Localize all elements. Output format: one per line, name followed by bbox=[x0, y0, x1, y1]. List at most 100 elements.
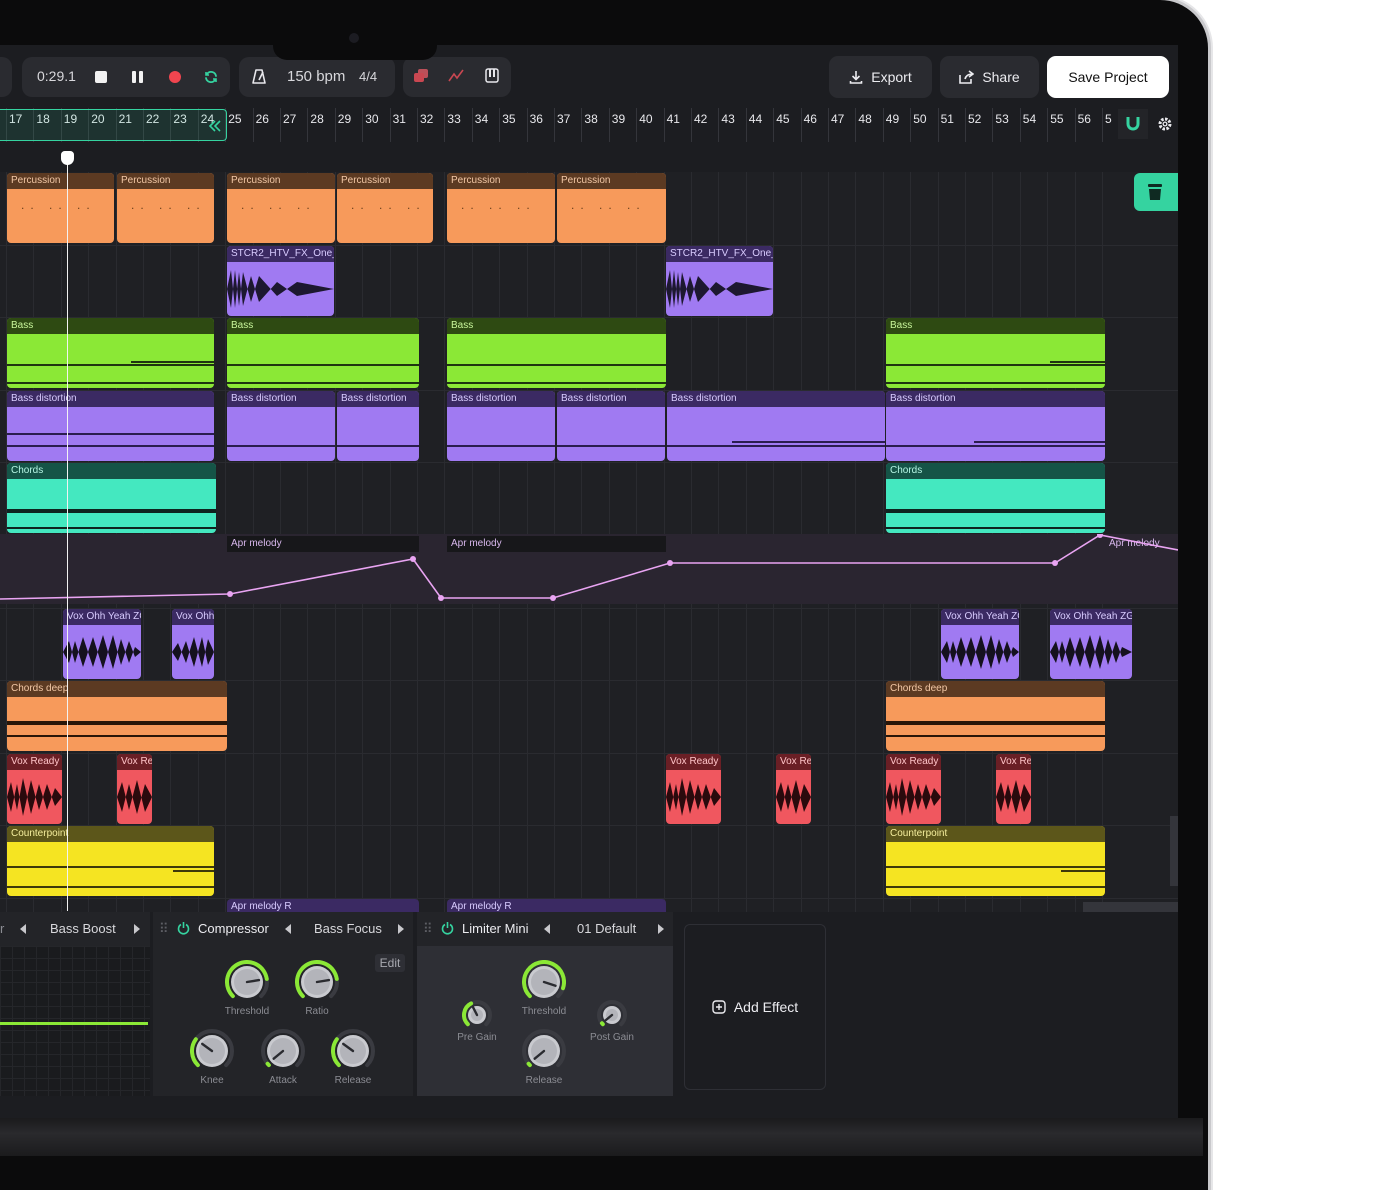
clip-bass[interactable]: Bass bbox=[886, 318, 1105, 388]
clip-vox-ready[interactable]: Vox Re bbox=[117, 754, 152, 824]
clip-bass-distortion[interactable]: Bass distortion bbox=[886, 391, 1105, 461]
bar-number[interactable]: 31 bbox=[393, 112, 406, 126]
clip-bass-distortion[interactable]: Bass distortion bbox=[447, 391, 555, 461]
power-icon[interactable] bbox=[441, 922, 454, 935]
bar-number[interactable]: 49 bbox=[886, 112, 899, 126]
bar-number[interactable]: 56 bbox=[1078, 112, 1091, 126]
knee-knob[interactable]: Knee bbox=[182, 1029, 242, 1086]
clip-fx-sample[interactable]: STCR2_HTV_FX_One_ bbox=[227, 246, 334, 316]
bar-number[interactable]: 27 bbox=[283, 112, 296, 126]
clip-vox[interactable]: Vox Ohh Yeah ZG bbox=[63, 609, 141, 679]
bpm-display[interactable]: 150 bpm bbox=[287, 68, 345, 85]
time-signature[interactable]: 4/4 bbox=[359, 69, 377, 84]
clip-percussion[interactable]: Percussion .. .. .. bbox=[227, 173, 335, 243]
pause-icon[interactable] bbox=[132, 71, 144, 83]
ratio-knob[interactable]: Ratio bbox=[287, 960, 347, 1017]
clip-percussion[interactable]: Percussion .. .. .. bbox=[7, 173, 114, 243]
power-icon[interactable] bbox=[177, 922, 190, 935]
bar-number[interactable]: 54 bbox=[1023, 112, 1036, 126]
clip-chords-deep[interactable]: Chords deep bbox=[7, 681, 227, 751]
release-knob[interactable]: Release bbox=[323, 1029, 383, 1086]
clip-chords-deep[interactable]: Chords deep bbox=[886, 681, 1105, 751]
automation-icon[interactable] bbox=[448, 69, 464, 83]
bar-number[interactable]: 37 bbox=[557, 112, 570, 126]
clip-bass-distortion[interactable]: Bass distortion bbox=[667, 391, 885, 461]
clip-vox-ready[interactable]: Vox Ready V bbox=[666, 754, 721, 824]
clip-vox[interactable]: Vox Ohh Yeah ZG bbox=[941, 609, 1019, 679]
playhead-handle[interactable] bbox=[61, 151, 74, 165]
chevron-left-icon[interactable] bbox=[284, 924, 292, 934]
bar-number[interactable]: 34 bbox=[475, 112, 488, 126]
bar-number[interactable]: 52 bbox=[968, 112, 981, 126]
arrangement-area[interactable]: Percussion .. .. .. Percussion .. .. .. … bbox=[0, 172, 1178, 912]
horizontal-scrollbar[interactable] bbox=[1083, 902, 1178, 912]
clip-bass[interactable]: Bass bbox=[447, 318, 666, 388]
add-effect-button[interactable]: Add Effect bbox=[684, 924, 826, 1090]
bar-number[interactable]: 26 bbox=[256, 112, 269, 126]
chevron-right-icon[interactable] bbox=[657, 924, 665, 934]
bar-number[interactable]: 51 bbox=[941, 112, 954, 126]
clip-vox-ready[interactable]: Vox Re bbox=[996, 754, 1031, 824]
bar-number[interactable]: 33 bbox=[447, 112, 460, 126]
bar-number[interactable]: 5 bbox=[1105, 112, 1112, 126]
knob-dial[interactable] bbox=[597, 1000, 627, 1030]
bar-number[interactable]: 29 bbox=[338, 112, 351, 126]
playhead-lane[interactable] bbox=[0, 142, 1178, 173]
share-button[interactable]: Share bbox=[940, 56, 1039, 98]
bar-number[interactable]: 25 bbox=[228, 112, 241, 126]
knob-dial[interactable] bbox=[261, 1029, 305, 1073]
clip-bass-distortion[interactable]: Bass distortion bbox=[557, 391, 665, 461]
metronome-icon[interactable] bbox=[252, 69, 266, 84]
bar-number[interactable]: 43 bbox=[721, 112, 734, 126]
stop-icon[interactable] bbox=[95, 71, 107, 83]
settings-gear-icon[interactable] bbox=[1157, 116, 1173, 132]
clip-counterpoint[interactable]: Counterpoint bbox=[886, 826, 1105, 896]
bar-number[interactable]: 42 bbox=[694, 112, 707, 126]
chevron-left-icon[interactable] bbox=[543, 924, 551, 934]
knob-dial[interactable] bbox=[522, 1029, 566, 1073]
loop-end-handle-icon[interactable] bbox=[208, 120, 222, 132]
clip-percussion[interactable]: Percussion .. .. .. bbox=[447, 173, 555, 243]
clip-fx-sample[interactable]: STCR2_HTV_FX_One_ bbox=[666, 246, 773, 316]
bar-number[interactable]: 30 bbox=[365, 112, 378, 126]
knob-dial[interactable] bbox=[522, 960, 566, 1004]
bar-number[interactable]: 41 bbox=[667, 112, 680, 126]
knob-dial[interactable] bbox=[462, 1000, 492, 1030]
bar-number[interactable]: 44 bbox=[749, 112, 762, 126]
post-gain-knob[interactable]: Post Gain bbox=[582, 1000, 642, 1043]
clip-bass[interactable]: Bass bbox=[7, 318, 214, 388]
limiter-preset[interactable]: 01 Default bbox=[577, 921, 636, 955]
clip-vox-ready[interactable]: Vox Ready V bbox=[7, 754, 62, 824]
save-project-button[interactable]: Save Project bbox=[1047, 56, 1169, 98]
attack-knob[interactable]: Attack bbox=[253, 1029, 313, 1086]
record-icon[interactable] bbox=[169, 71, 181, 83]
release-knob[interactable]: Release bbox=[514, 1029, 574, 1086]
clip-bass-distortion[interactable]: Bass distortion bbox=[337, 391, 419, 461]
clip-vox-ready[interactable]: Vox Ready V bbox=[886, 754, 941, 824]
bar-number[interactable]: 55 bbox=[1050, 112, 1063, 126]
chevron-right-icon[interactable] bbox=[397, 924, 405, 934]
knob-dial[interactable] bbox=[331, 1029, 375, 1073]
threshold-knob[interactable]: Threshold bbox=[217, 960, 277, 1017]
bar-number[interactable]: 45 bbox=[776, 112, 789, 126]
bar-number[interactable]: 53 bbox=[995, 112, 1008, 126]
compressor-preset[interactable]: Bass Focus bbox=[314, 921, 382, 955]
bar-number[interactable]: 32 bbox=[420, 112, 433, 126]
bar-number[interactable]: 50 bbox=[913, 112, 926, 126]
delete-clip-button[interactable] bbox=[1134, 173, 1178, 211]
bar-number[interactable]: 35 bbox=[502, 112, 515, 126]
export-button[interactable]: Export bbox=[829, 56, 932, 98]
clip-vox[interactable]: Vox Ohh Yeah ZG bbox=[1050, 609, 1132, 679]
clip-bass[interactable]: Bass bbox=[227, 318, 419, 388]
loop-icon[interactable] bbox=[203, 69, 219, 85]
clip-percussion[interactable]: Percussion .. .. .. bbox=[337, 173, 433, 243]
clip-chords[interactable]: Chords bbox=[886, 463, 1105, 533]
piano-icon[interactable] bbox=[485, 68, 499, 83]
clip-bass-distortion[interactable]: Bass distortion bbox=[7, 391, 214, 461]
chevron-left-icon[interactable] bbox=[19, 924, 27, 934]
automation-curve[interactable] bbox=[0, 534, 1178, 604]
bar-number[interactable]: 47 bbox=[831, 112, 844, 126]
bar-number[interactable]: 36 bbox=[530, 112, 543, 126]
bar-number[interactable]: 39 bbox=[612, 112, 625, 126]
pre-gain-knob[interactable]: Pre Gain bbox=[447, 1000, 507, 1043]
